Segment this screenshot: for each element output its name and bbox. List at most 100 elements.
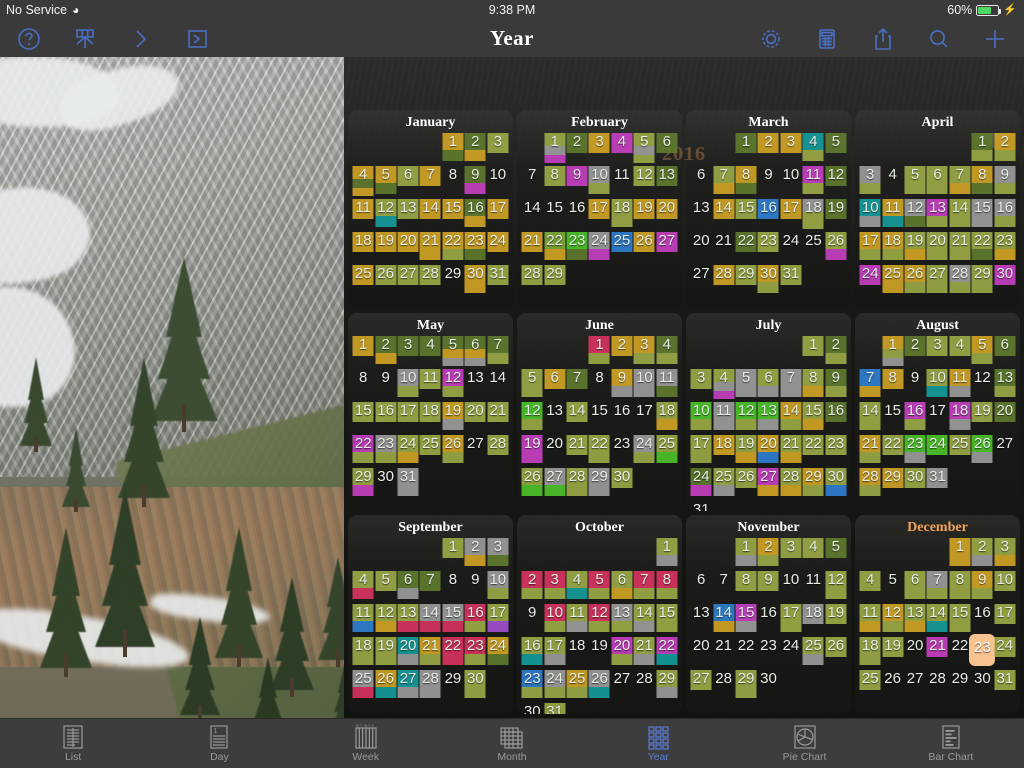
day-cell[interactable]: 12: [825, 570, 847, 603]
day-cell[interactable]: 20: [543, 434, 565, 467]
day-cell[interactable]: 16: [611, 401, 633, 434]
day-cell[interactable]: 21: [926, 636, 948, 669]
day-cell[interactable]: 2: [971, 537, 993, 570]
day-cell[interactable]: 3: [780, 132, 802, 165]
day-cell[interactable]: 1: [588, 335, 610, 368]
day-cell[interactable]: 6: [690, 570, 712, 603]
day-cell[interactable]: 4: [352, 570, 374, 603]
day-cell[interactable]: 18: [881, 231, 904, 264]
day-cell[interactable]: 12: [904, 198, 926, 231]
day-cell[interactable]: 6: [757, 368, 779, 401]
day-cell[interactable]: 10: [994, 570, 1016, 603]
day-cell[interactable]: 8: [588, 368, 610, 401]
day-cell[interactable]: 20: [464, 401, 486, 434]
day-cell[interactable]: 8: [735, 165, 757, 198]
tab-bar-chart[interactable]: Bar Chart: [878, 719, 1024, 768]
day-cell[interactable]: 20: [611, 636, 633, 669]
day-cell[interactable]: 11: [352, 603, 374, 636]
day-cell[interactable]: 7: [712, 165, 735, 198]
day-cell[interactable]: 12: [588, 603, 610, 636]
day-cell[interactable]: 19: [735, 434, 757, 467]
month-block-january[interactable]: January 1 2 3 4 5 6 7 8 9 10 11 12 13 14 15 16 17 18 19 20 21…: [348, 110, 513, 309]
day-cell[interactable]: 26: [971, 434, 993, 467]
day-cell[interactable]: 25: [712, 467, 735, 500]
day-cell[interactable]: 21: [566, 434, 588, 467]
day-cell[interactable]: 4: [802, 537, 824, 570]
day-cell[interactable]: 1: [442, 537, 464, 570]
day-cell[interactable]: 1: [543, 132, 566, 165]
day-cell[interactable]: 2: [757, 537, 779, 570]
day-cell[interactable]: 13: [757, 401, 779, 434]
day-cell[interactable]: 13: [611, 603, 633, 636]
day-cell[interactable]: 3: [397, 335, 419, 368]
day-cell[interactable]: 15: [881, 401, 903, 434]
day-cell[interactable]: 11: [859, 603, 881, 636]
day-cell[interactable]: 29: [543, 264, 566, 297]
day-cell[interactable]: 4: [352, 165, 374, 198]
day-cell[interactable]: 9: [904, 368, 926, 401]
day-cell[interactable]: 26: [521, 467, 543, 500]
day-cell[interactable]: 10: [780, 165, 802, 198]
share-icon[interactable]: [868, 24, 898, 54]
day-cell[interactable]: 7: [419, 570, 441, 603]
day-cell[interactable]: 18: [949, 401, 971, 434]
day-cell[interactable]: 9: [374, 368, 396, 401]
day-cell[interactable]: 6: [611, 570, 633, 603]
day-cell[interactable]: 20: [926, 231, 948, 264]
day-cell[interactable]: 9: [825, 368, 847, 401]
day-cell[interactable]: 10: [926, 368, 948, 401]
day-cell[interactable]: 14: [633, 603, 655, 636]
day-cell[interactable]: 22: [442, 636, 464, 669]
day-cell[interactable]: 30: [757, 669, 779, 702]
day-cell[interactable]: 9: [521, 603, 543, 636]
day-cell[interactable]: 12: [971, 368, 993, 401]
day-cell[interactable]: 28: [633, 669, 655, 702]
tab-list[interactable]: List: [0, 719, 146, 768]
day-cell[interactable]: 6: [656, 132, 678, 165]
day-cell[interactable]: 4: [881, 165, 903, 198]
day-cell[interactable]: 27: [611, 669, 633, 702]
day-cell[interactable]: 4: [419, 335, 441, 368]
day-cell[interactable]: 2: [757, 132, 779, 165]
day-cell[interactable]: 10: [780, 570, 802, 603]
day-cell[interactable]: 9: [994, 165, 1016, 198]
day-cell[interactable]: 26: [825, 636, 847, 669]
day-cell[interactable]: 17: [487, 603, 509, 636]
day-cell[interactable]: 6: [543, 368, 566, 401]
day-cell[interactable]: 11: [611, 165, 633, 198]
day-cell[interactable]: 26: [374, 669, 397, 702]
day-cell[interactable]: 22: [588, 434, 610, 467]
day-cell[interactable]: 29: [735, 669, 757, 702]
month-block-march[interactable]: March 1 2 3 4 5 6 7 8 9 10 11 12 13 14 15 16 17 18 19 20 21 22…: [686, 110, 851, 309]
day-cell[interactable]: 8: [656, 570, 678, 603]
day-cell[interactable]: 6: [690, 165, 712, 198]
day-cell[interactable]: 21: [859, 434, 881, 467]
day-cell[interactable]: 1: [971, 132, 993, 165]
day-cell[interactable]: 27: [904, 669, 926, 702]
month-block-april[interactable]: April 1 2 3 4 5 6 7 8 9 10 11 12 13 14 15 16 17 18 19 20 21 22…: [855, 110, 1020, 309]
day-cell[interactable]: 17: [780, 198, 802, 231]
day-cell[interactable]: 1: [881, 335, 904, 368]
day-cell[interactable]: 28: [487, 434, 509, 467]
day-cell[interactable]: 15: [352, 401, 374, 434]
day-cell[interactable]: 14: [949, 198, 971, 231]
day-cell[interactable]: 28: [926, 669, 948, 702]
day-cell[interactable]: 26: [825, 231, 847, 264]
day-cell[interactable]: 24: [543, 669, 566, 702]
day-cell[interactable]: 28: [949, 264, 971, 297]
day-cell[interactable]: 21: [521, 231, 543, 264]
day-cell[interactable]: 27: [656, 231, 678, 264]
day-cell[interactable]: 14: [712, 198, 735, 231]
day-cell[interactable]: 16: [464, 603, 486, 636]
day-cell[interactable]: 4: [611, 132, 633, 165]
day-cell[interactable]: 30: [464, 669, 486, 702]
day-cell[interactable]: 8: [442, 165, 464, 198]
day-cell[interactable]: 26: [374, 264, 397, 297]
day-cell[interactable]: 24: [780, 636, 802, 669]
month-block-october[interactable]: October 1 2 3 4 5 6 7 8 9 10 11 12 13 14 15 16 17 18 19 20 21…: [517, 515, 682, 714]
day-cell[interactable]: 23: [757, 636, 779, 669]
day-cell[interactable]: 17: [690, 434, 712, 467]
day-cell[interactable]: 29: [802, 467, 824, 500]
day-cell[interactable]: 21: [949, 231, 971, 264]
day-cell[interactable]: 4: [859, 570, 881, 603]
